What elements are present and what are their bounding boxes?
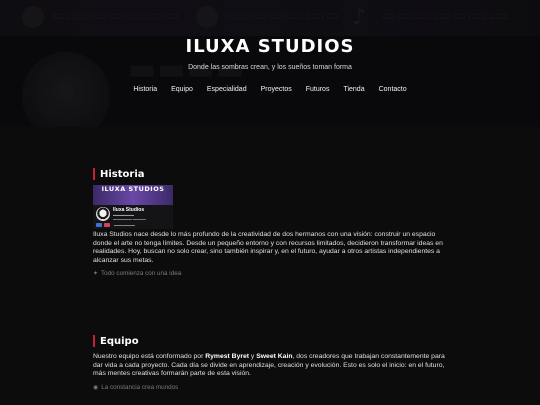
section-title: Equipo	[93, 335, 453, 347]
profile-card-image: ILUXA STUDIOS Iluxa Studios ▬▬▬▬▬▬ ▬▬▬▬▬…	[93, 185, 173, 229]
section-historia: Historia ILUXA STUDIOS Iluxa Studios ▬▬▬…	[93, 168, 453, 277]
section-title-text: Historia	[100, 168, 145, 180]
section-title-text: Equipo	[100, 335, 139, 347]
profile-tag	[96, 223, 102, 227]
nav-link-futuros[interactable]: Futuros	[306, 86, 330, 93]
nav-link-proyectos[interactable]: Proyectos	[261, 86, 292, 93]
site-tagline: Donde las sombras crean, y los sueños to…	[188, 64, 352, 71]
nav-link-tienda[interactable]: Tienda	[343, 86, 364, 93]
main-nav: Historia Equipo Especialidad Proyectos F…	[0, 86, 540, 93]
profile-banner: ILUXA STUDIOS	[93, 185, 173, 205]
hero-header: ▭▭▭▭▭▭▭▭▭ ▭▭▭▭▭▭▭▭ ♪ ▭▭▭▭▭▭▭▭▭ ▬▬▬▬ ILUX…	[0, 0, 540, 127]
equipo-note: ◉ La constancia crea mundos	[93, 384, 453, 391]
nav-link-especialidad[interactable]: Especialidad	[207, 86, 247, 93]
profile-avatar	[96, 207, 110, 221]
equipo-note-text: La constancia crea mundos	[101, 383, 179, 391]
nav-link-historia[interactable]: Historia	[133, 86, 157, 93]
equipo-text: Nuestro equipo está conformado por Rymes…	[93, 353, 453, 379]
site-title: ILUXA STUDIOS	[185, 36, 355, 57]
profile-tag-text: ▬▬▬▬▬▬▬	[114, 223, 135, 227]
historia-text: Iluxa Studios nace desde lo más profundo…	[93, 231, 443, 264]
member-name: Sweet Kain	[256, 353, 293, 360]
equipo-text-part: Nuestro equipo está conformado por	[93, 353, 206, 360]
nav-link-contacto[interactable]: Contacto	[379, 86, 407, 93]
profile-stats: ▬▬▬▬▬▬ ▬▬▬▬	[113, 217, 146, 221]
title-accent-bar	[93, 335, 95, 347]
historia-note: ✦ Todo comienza con una idea	[93, 270, 453, 277]
title-accent-bar	[93, 168, 95, 180]
historia-note-text: Todo comienza con una idea	[101, 270, 182, 278]
nav-link-equipo[interactable]: Equipo	[171, 86, 193, 93]
section-title: Historia	[93, 168, 453, 180]
circle-icon: ◉	[93, 384, 99, 391]
profile-tags: ▬▬▬▬▬▬▬	[96, 223, 135, 227]
profile-tag	[104, 223, 110, 227]
profile-banner-text: ILUXA STUDIOS	[101, 185, 165, 193]
sparkle-icon: ✦	[93, 271, 99, 278]
member-name: Rymest Byret	[205, 353, 250, 360]
section-equipo: Equipo Nuestro equipo está conformado po…	[93, 335, 453, 391]
